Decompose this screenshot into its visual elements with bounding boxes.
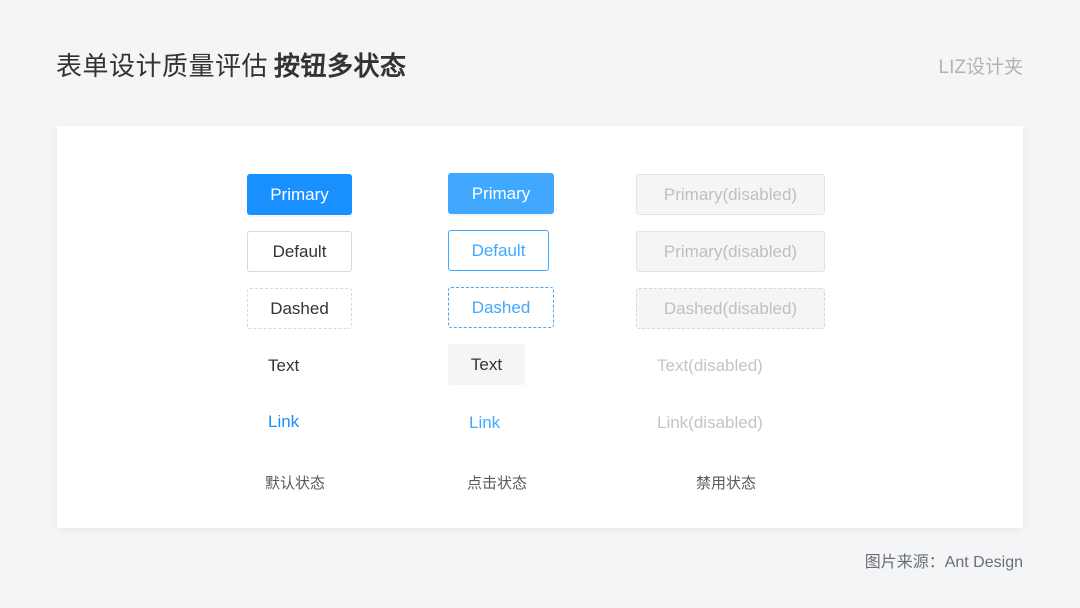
column-label-active: 点击状态	[467, 475, 528, 492]
image-source-caption: 图片来源：Ant Design	[864, 554, 1023, 571]
text-button-disabled: Text(disabled)	[657, 355, 763, 375]
default-button-disabled: Primary(disabled)	[636, 231, 825, 272]
title-regular: 表单设计质量评估	[56, 51, 269, 81]
default-button-default[interactable]: Default	[247, 231, 352, 272]
primary-button-default[interactable]: Primary	[247, 174, 352, 215]
column-label-disabled: 禁用状态	[696, 475, 757, 492]
button-states-card: Primary Default Dashed Text Link 默认状态 Pr…	[57, 126, 1023, 528]
page-title: 表单设计质量评估 按钮多状态	[56, 46, 407, 83]
column-label-default: 默认状态	[265, 475, 326, 492]
dashed-button-disabled: Dashed(disabled)	[636, 288, 825, 329]
text-button-active[interactable]: Text	[448, 344, 525, 385]
title-bold: 按钮多状态	[274, 51, 407, 81]
primary-button-active[interactable]: Primary	[448, 173, 554, 214]
brand-logo-text: LIZ设计夹	[938, 57, 1023, 78]
dashed-button-default[interactable]: Dashed	[247, 288, 352, 329]
primary-button-disabled: Primary(disabled)	[636, 174, 825, 215]
default-button-active[interactable]: Default	[448, 230, 549, 271]
text-button-default[interactable]: Text	[268, 345, 299, 386]
link-button-disabled: Link(disabled)	[657, 412, 763, 432]
link-button-default[interactable]: Link	[268, 401, 299, 442]
dashed-button-active[interactable]: Dashed	[448, 287, 554, 328]
link-button-active[interactable]: Link	[469, 402, 500, 443]
